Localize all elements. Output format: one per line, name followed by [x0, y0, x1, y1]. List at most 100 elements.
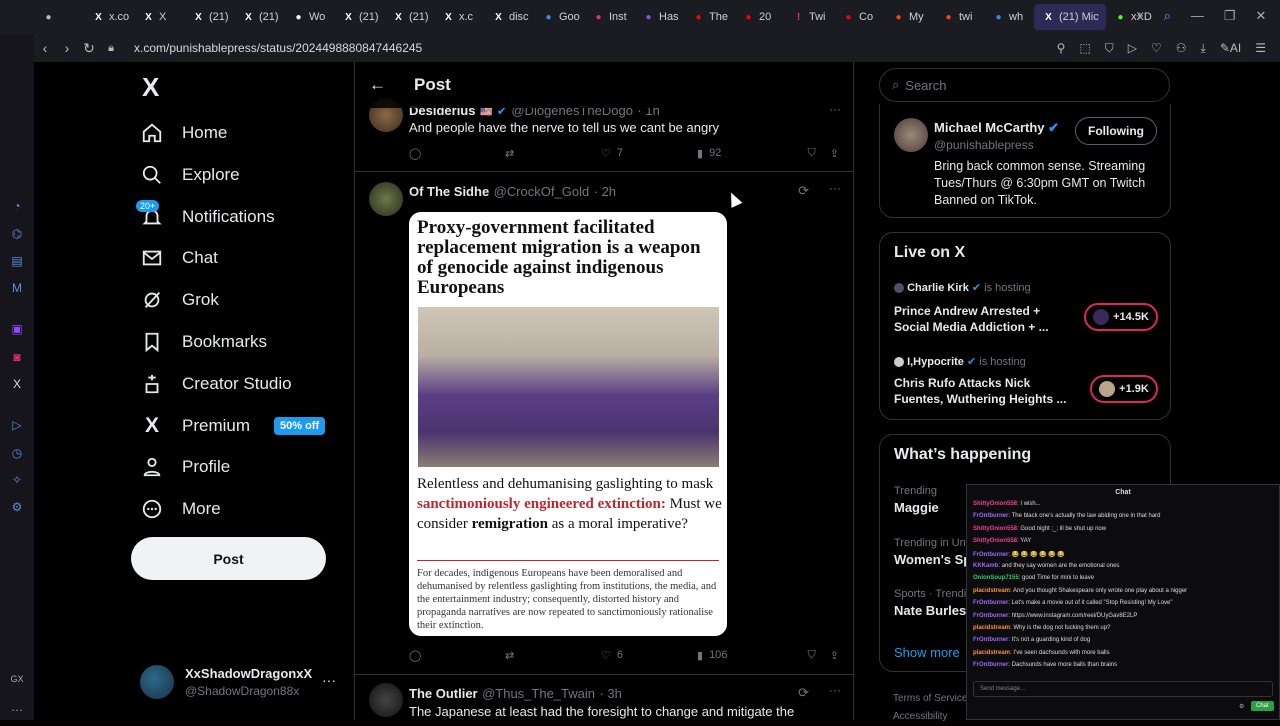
search-tabs-icon[interactable]: ⌕	[1164, 8, 1171, 24]
snapshot-icon[interactable]: ⬚	[1079, 41, 1090, 56]
browser-tab[interactable]: ● wh	[984, 4, 1034, 30]
chat-username[interactable]: FrOntburner	[973, 552, 1008, 558]
following-button[interactable]: Following	[1075, 117, 1157, 145]
x-sidebar-icon[interactable]: X	[8, 375, 26, 393]
chat-username[interactable]: placidstream	[973, 588, 1010, 594]
live-count-badge[interactable]: +14.5K	[1084, 303, 1158, 331]
browser-tab[interactable]: ●	[34, 4, 84, 30]
account-switcher[interactable]: XxShadowDragonxX @ShadowDragon88x ···	[140, 664, 346, 700]
tweet-more-icon[interactable]: ···	[829, 181, 841, 195]
reply-button[interactable]: ◯	[409, 147, 505, 160]
tweet-avatar[interactable]	[369, 182, 403, 216]
tweet-avatar[interactable]	[369, 683, 403, 717]
nav-profile[interactable]: Profile	[140, 447, 230, 487]
history-icon[interactable]: ◷	[8, 444, 26, 462]
ai-icon[interactable]: ✎AI	[1220, 41, 1241, 56]
live-count-badge[interactable]: +1.9K	[1090, 375, 1158, 403]
pin-icon[interactable]: ⚲	[1057, 41, 1066, 56]
menu-icon[interactable]: ☰	[1255, 41, 1266, 56]
browser-tab[interactable]: X (21)	[334, 4, 384, 30]
play-icon[interactable]: ▷	[1128, 41, 1137, 56]
profile-icon[interactable]: ⚇	[1176, 41, 1187, 56]
tweet-author-handle[interactable]: @Thus_The_Twain	[482, 686, 595, 701]
browser-tab[interactable]: Xx.c	[434, 4, 484, 30]
chat-username[interactable]: FrOntburner	[973, 637, 1008, 643]
chat-send-button[interactable]: Chat	[1251, 701, 1274, 711]
gx-control-icon[interactable]: GX	[8, 670, 26, 688]
trend-item[interactable]: Trending in Uni Women's Sp	[894, 537, 971, 567]
browser-tab[interactable]: ● Goo	[534, 4, 584, 30]
browser-tab[interactable]: Xx.co	[84, 4, 134, 30]
grok-explain-icon[interactable]: ⟳	[798, 183, 809, 199]
instagram-sidebar-icon[interactable]: ◙	[8, 348, 26, 366]
trend-item[interactable]: Sports · Trendi Nate Burles	[894, 588, 966, 618]
new-tab-icon[interactable]: +	[1136, 8, 1144, 24]
tweet[interactable]: The Outlier @Thus_The_Twain · 3h ⟳ ··· T…	[355, 675, 853, 720]
grok-explain-icon[interactable]: ⟳	[798, 685, 809, 701]
speed-dial-icon[interactable]: ◔	[8, 197, 26, 215]
repost-button[interactable]: ⇄	[505, 649, 601, 662]
extensions-icon[interactable]: ✧	[8, 471, 26, 489]
minimize-icon[interactable]: —	[1191, 8, 1204, 24]
trend-item[interactable]: Trending Maggie	[894, 485, 939, 515]
tweet-author-name[interactable]: The Outlier	[409, 686, 478, 701]
browser-tab[interactable]: X (21)	[184, 4, 234, 30]
chat-username[interactable]: placidstream	[973, 625, 1010, 631]
chat-username[interactable]: KKKamb	[973, 563, 998, 569]
search-input[interactable]: Search	[905, 78, 946, 93]
heart-icon[interactable]: ♡	[1151, 41, 1162, 56]
profile-handle[interactable]: @punishablepress	[934, 138, 1034, 152]
chat-username[interactable]: placidstream	[973, 650, 1010, 656]
bookmark-tweet-icon[interactable]: ⛉	[808, 147, 816, 160]
shield-icon[interactable]: ⛉	[1105, 41, 1114, 56]
close-window-icon[interactable]: ✕	[1256, 8, 1267, 24]
share-icon[interactable]: ⇪	[830, 649, 839, 662]
nav-bookmarks[interactable]: Bookmarks	[140, 322, 267, 362]
tweet[interactable]: Of The Sidhe @CrockOf_Gold · 2h ⟳ ··· Pr…	[355, 172, 853, 675]
chat-username[interactable]: FrOntburner	[973, 613, 1008, 619]
views-button[interactable]: ▮ 106	[697, 649, 793, 662]
show-more-link[interactable]: Show more	[894, 645, 960, 660]
nav-creator-studio[interactable]: Creator Studio	[140, 364, 292, 404]
browser-tab[interactable]: ● twi	[934, 4, 984, 30]
nav-explore[interactable]: Explore	[140, 155, 240, 195]
tweet-time[interactable]: · 2h	[594, 184, 616, 199]
restore-icon[interactable]: ❐	[1224, 8, 1236, 24]
like-button[interactable]: ♡ 7	[601, 147, 697, 160]
download-icon[interactable]: ⤓	[1201, 41, 1206, 56]
reload-icon[interactable]: ↻	[78, 40, 100, 57]
url-field[interactable]: x.com/punishablepress/status/20244988808…	[134, 41, 422, 55]
tweet-time[interactable]: · 3h	[599, 686, 621, 701]
twitch-sidebar-icon[interactable]: ▣	[8, 320, 26, 338]
browser-tab[interactable]: ● Has	[634, 4, 684, 30]
nav-grok[interactable]: Grok	[140, 280, 219, 320]
like-button[interactable]: ♡ 6	[601, 649, 697, 662]
browser-tab[interactable]: Xdisc	[484, 4, 534, 30]
browser-tab[interactable]: ● 20	[734, 4, 784, 30]
browser-tab[interactable]: X (21)	[384, 4, 434, 30]
nav-chat[interactable]: Chat	[140, 238, 218, 278]
nav-premium[interactable]: X Premium 50% off	[140, 406, 326, 446]
news-icon[interactable]: ▤	[8, 252, 26, 270]
browser-tab[interactable]: ● My	[884, 4, 934, 30]
tweet-author-name[interactable]: Of The Sidhe	[409, 184, 489, 199]
chat-username[interactable]: OnionSoup7155	[973, 575, 1019, 581]
profile-name[interactable]: Michael McCarthy	[934, 120, 1045, 135]
gaming-icon[interactable]: ⌬	[8, 225, 26, 243]
browser-tab[interactable]: X (21)	[234, 4, 284, 30]
messenger-icon[interactable]: M	[8, 279, 26, 297]
chat-settings-icon[interactable]: ⚙	[1239, 703, 1244, 710]
nav-notifications[interactable]: Notifications	[140, 197, 275, 237]
browser-tab[interactable]: ● Inst	[584, 4, 634, 30]
browser-tab[interactable]: ! Twi	[784, 4, 834, 30]
browser-tab[interactable]: ● The	[684, 4, 734, 30]
browser-tab[interactable]: ● Co	[834, 4, 884, 30]
chat-username[interactable]: FrOntburner	[973, 662, 1008, 668]
chat-username[interactable]: FrOntburner	[973, 513, 1008, 519]
live-item[interactable]: Charlie Kirk ✔ is hosting Prince Andrew …	[894, 281, 1160, 337]
chat-username[interactable]: ShittyOnion558	[973, 538, 1017, 544]
browser-tab[interactable]: ● Wo	[284, 4, 334, 30]
forward-icon[interactable]: ›	[56, 40, 78, 56]
nav-more[interactable]: More	[140, 489, 221, 529]
more-sidebar-icon[interactable]: …	[8, 698, 26, 716]
